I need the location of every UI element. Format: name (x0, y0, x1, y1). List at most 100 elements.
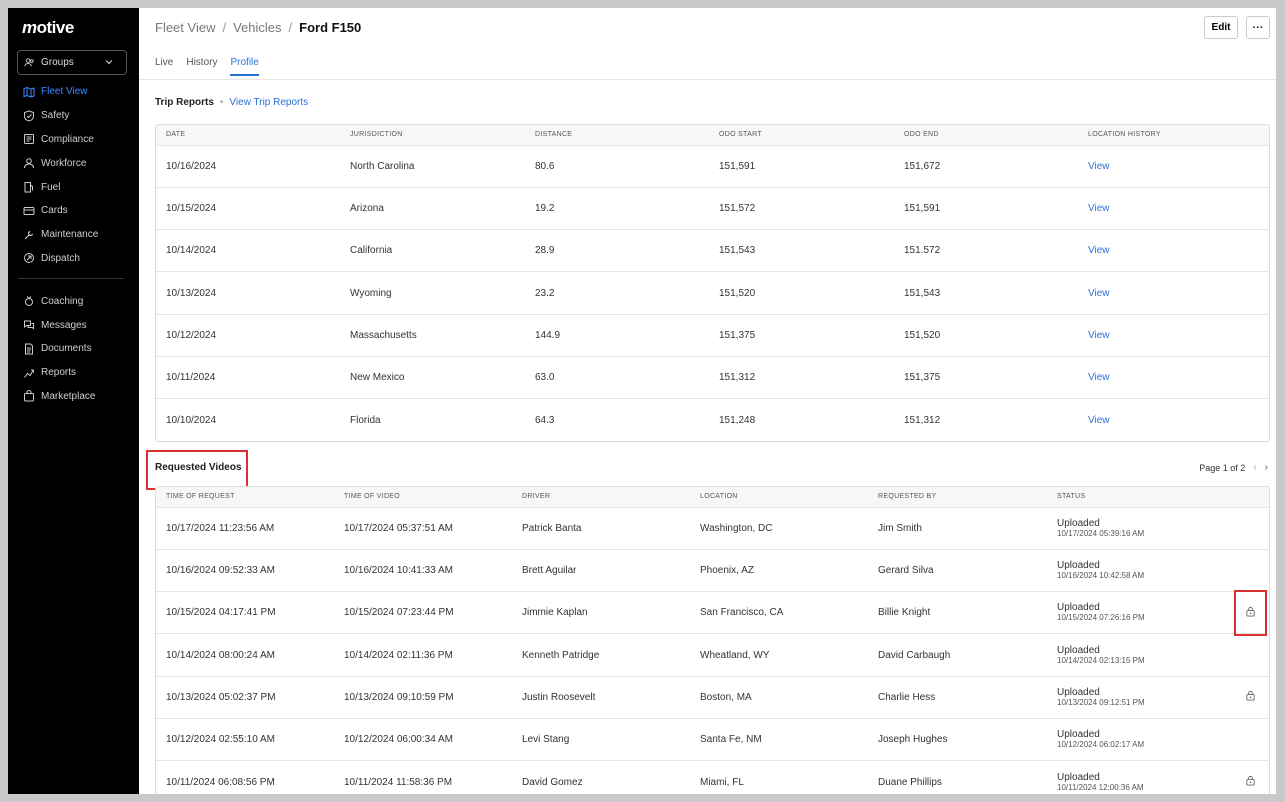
main-area: Fleet View / Vehicles / Ford F150 Live H… (139, 8, 1276, 794)
table-cell: 151,375 (894, 356, 1078, 400)
table-cell: 10/17/2024 05:37:51 AM (334, 507, 512, 550)
sidebar-item-safety[interactable]: Safety (8, 104, 139, 128)
tab-bar: Live History Profile (155, 57, 272, 76)
sidebar-item-cards[interactable]: Cards (8, 199, 139, 223)
view-location-history-link[interactable]: View (1088, 203, 1110, 214)
tab-live[interactable]: Live (155, 57, 173, 76)
table-row[interactable]: 10/12/2024 02:55:10 AM 10/12/2024 06:00:3… (156, 718, 1269, 762)
table-cell: Wheatland, WY (690, 633, 868, 677)
table-cell: David Carbaugh (868, 633, 1047, 677)
sidebar-item-label: Dispatch (41, 252, 80, 264)
table-cell: 10/11/2024 06:08:56 PM (166, 776, 275, 788)
next-page-icon[interactable]: › (1265, 462, 1268, 473)
status-timestamp: 10/14/2024 02:13:15 PM (1057, 655, 1145, 665)
view-location-history-link[interactable]: View (1088, 161, 1110, 172)
view-location-history-link[interactable]: View (1088, 330, 1110, 341)
lock-icon[interactable] (1245, 775, 1257, 787)
table-row[interactable]: 10/17/2024 11:23:56 AM 10/17/2024 05:37:5… (156, 507, 1269, 550)
column-header: LOCATION HISTORY (1078, 125, 1269, 146)
groups-dropdown[interactable]: Groups (17, 50, 127, 75)
status-timestamp: 10/16/2024 10:42:58 AM (1057, 571, 1145, 581)
tab-history[interactable]: History (186, 57, 217, 76)
table-cell: View (1078, 314, 1269, 357)
table-cell: Phoenix, AZ (690, 549, 868, 593)
sidebar-item-label: Safety (41, 110, 70, 122)
sidebar-item-maintenance[interactable]: Maintenance (8, 223, 139, 247)
view-trip-reports-link[interactable]: View Trip Reports (229, 97, 308, 108)
map-icon (23, 86, 35, 98)
dispatch-icon (23, 252, 35, 264)
edit-button[interactable]: Edit (1204, 16, 1238, 39)
table-row: 10/10/2024 Florida 64.3 151,248 151,312 View (156, 399, 1269, 441)
table-cell: California (340, 229, 525, 273)
table-cell: 10/11/2024 (156, 356, 340, 400)
sidebar-item-label: Marketplace (41, 390, 96, 402)
status-label: Uploaded (1057, 686, 1100, 698)
highlight-box (146, 450, 248, 491)
view-location-history-link[interactable]: View (1088, 245, 1110, 256)
sidebar-item-documents[interactable]: Documents (8, 337, 139, 361)
column-header: DRIVER (512, 487, 690, 508)
sidebar-item-label: Reports (41, 367, 77, 379)
status-cell: Uploaded 10/16/2024 10:42:58 AM (1047, 549, 1239, 593)
table-cell: 64.3 (535, 414, 555, 426)
chevron-down-icon (105, 60, 113, 65)
sidebar-item-coaching[interactable]: Coaching (8, 289, 139, 313)
table-cell: Duane Phillips (878, 776, 942, 788)
reports-icon (23, 367, 35, 379)
view-location-history-link[interactable]: View (1088, 372, 1110, 383)
status-timestamp: 10/13/2024 09:12:51 PM (1057, 697, 1145, 707)
status-cell: Uploaded 10/13/2024 09:12:51 PM (1047, 676, 1239, 720)
table-row[interactable]: 10/11/2024 06:08:56 PM 10/11/2024 11:58:3… (156, 761, 1269, 794)
document-icon (23, 343, 35, 355)
table-cell: 10/16/2024 09:52:33 AM (156, 549, 334, 593)
sidebar-item-workforce[interactable]: Workforce (8, 151, 139, 175)
table-row: 10/12/2024 Massachusetts 144.9 151,375 151,5… (156, 314, 1269, 357)
lock-icon[interactable] (1245, 690, 1257, 702)
prev-page-icon[interactable]: ‹ (1253, 462, 1256, 473)
bag-icon (23, 390, 35, 402)
sidebar-item-marketplace[interactable]: Marketplace (8, 385, 139, 409)
table-cell: View (1078, 187, 1269, 231)
person-icon (23, 157, 35, 169)
sidebar-item-label: Fuel (41, 181, 61, 193)
table-cell: Levi Stang (512, 718, 690, 762)
page-indicator: Page 1 of 2 (1199, 462, 1246, 473)
coaching-icon (23, 295, 35, 307)
table-cell: 151.572 (894, 229, 1078, 273)
sidebar-item-reports[interactable]: Reports (8, 361, 139, 385)
sidebar-item-compliance[interactable]: Compliance (8, 128, 139, 152)
groups-label: Groups (41, 57, 74, 68)
table-cell: 23.2 (525, 271, 709, 315)
groups-icon (24, 58, 34, 67)
table-cell: San Francisco, CA (690, 591, 868, 635)
view-location-history-link[interactable]: View (1088, 415, 1110, 426)
tab-profile[interactable]: Profile (230, 57, 259, 76)
more-options-button[interactable]: ··· (1246, 16, 1270, 39)
table-cell: 10/13/2024 05:02:37 PM (156, 676, 334, 720)
table-cell: 151,520 (709, 271, 894, 315)
sidebar-item-fleet-view[interactable]: Fleet View (8, 80, 139, 104)
table-cell: View (1078, 399, 1269, 441)
table-row[interactable]: 10/16/2024 09:52:33 AM 10/16/2024 10:41:3… (156, 549, 1269, 593)
table-cell: Charlie Hess (868, 676, 1047, 720)
sidebar-item-messages[interactable]: Messages (8, 313, 139, 337)
table-cell: 10/17/2024 11:23:56 AM (156, 507, 334, 550)
table-cell: Patrick Banta (512, 507, 690, 550)
messages-icon (23, 319, 35, 331)
table-cell: Jim Smith (868, 507, 1047, 550)
table-row[interactable]: 10/15/2024 04:17:41 PM 10/15/2024 07:23:4… (156, 591, 1269, 635)
table-header-row: DATE JURISDICTION DISTANCE ODO START ODO… (156, 125, 1269, 146)
breadcrumb-fleet-view[interactable]: Fleet View (155, 20, 215, 35)
breadcrumb-vehicles[interactable]: Vehicles (233, 20, 281, 35)
table-row[interactable]: 10/13/2024 05:02:37 PM 10/13/2024 09:10:5… (156, 676, 1269, 720)
table-row[interactable]: 10/14/2024 08:00:24 AM 10/14/2024 02:11:3… (156, 633, 1269, 677)
column-header: JURISDICTION (340, 125, 525, 146)
sidebar-item-fuel[interactable]: Fuel (8, 175, 139, 199)
trip-reports-table: DATE JURISDICTION DISTANCE ODO START ODO… (155, 124, 1270, 443)
motive-logo[interactable]: motive (22, 18, 74, 38)
view-location-history-link[interactable]: View (1088, 288, 1110, 299)
sidebar-item-dispatch[interactable]: Dispatch (8, 247, 139, 271)
status-timestamp: 10/12/2024 06:02:17 AM (1057, 740, 1145, 750)
table-cell: 151,572 (709, 187, 894, 231)
